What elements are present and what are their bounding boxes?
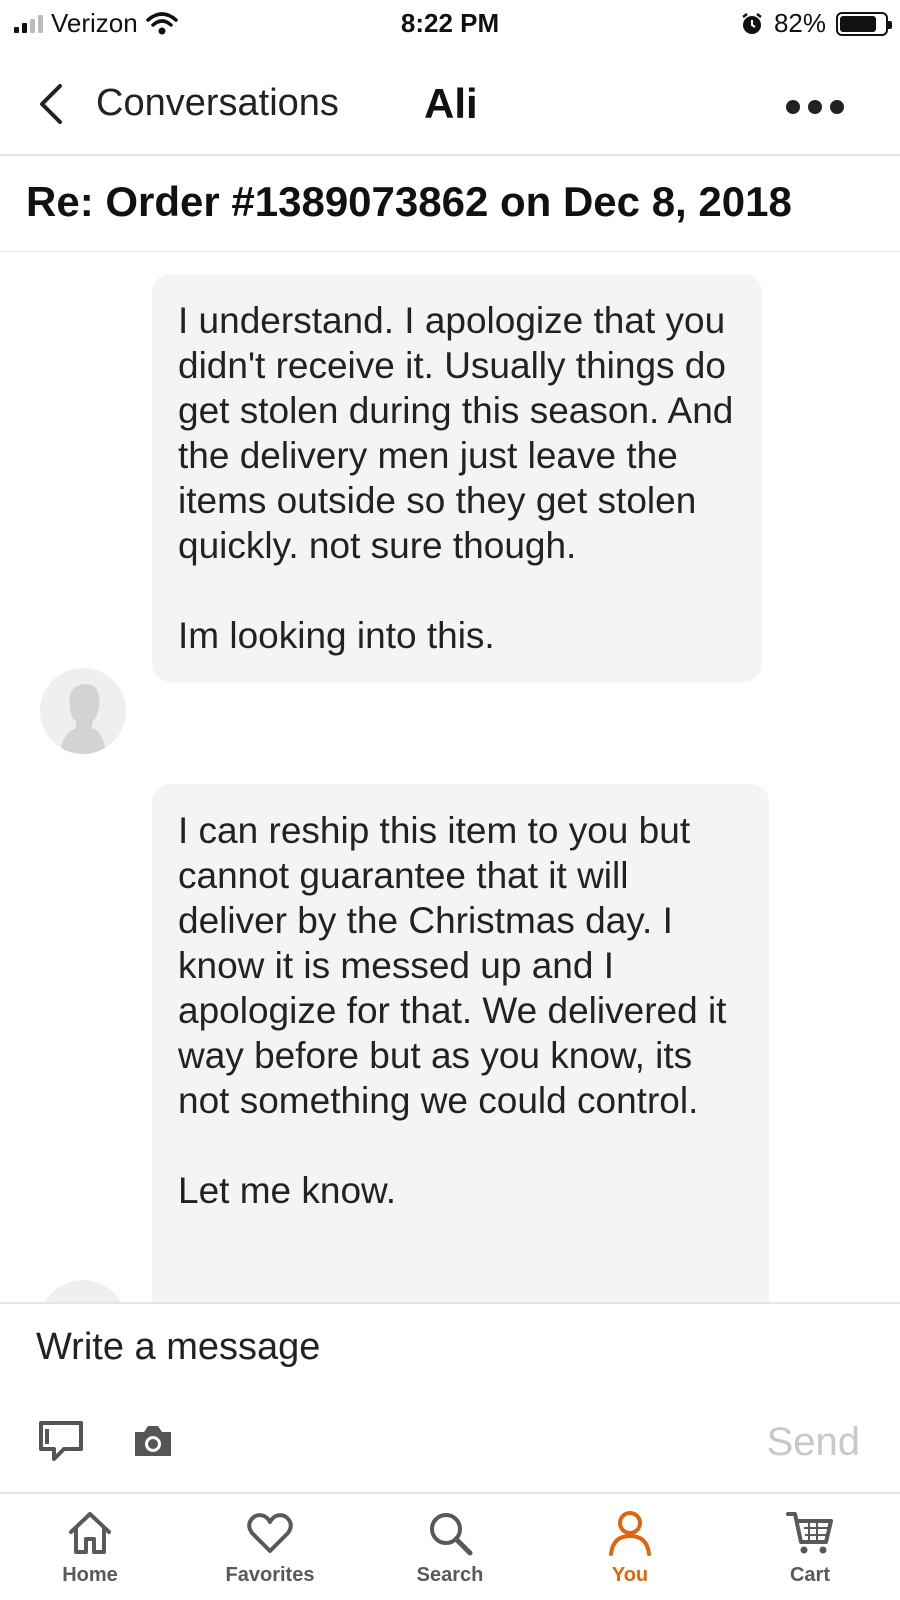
more-options-icon[interactable] bbox=[786, 100, 844, 114]
tab-label: Favorites bbox=[225, 1564, 315, 1586]
tab-label: You bbox=[611, 1564, 649, 1586]
chevron-left-icon bbox=[40, 83, 62, 124]
heart-icon bbox=[247, 1513, 293, 1553]
back-label: Conversations bbox=[96, 82, 339, 124]
message-bubble: I understand. I apologize that you didn'… bbox=[152, 274, 762, 682]
status-bar: Verizon 8:22 PM 82% bbox=[0, 0, 900, 44]
alarm-icon bbox=[742, 12, 762, 34]
tab-favorites[interactable]: Favorites bbox=[180, 1494, 360, 1600]
conversation-title: Ali bbox=[424, 80, 478, 127]
bottom-tab-bar: Home Favorites Search You Cart bbox=[0, 1492, 900, 1600]
composer-tools bbox=[38, 1420, 174, 1462]
person-silhouette-icon bbox=[60, 684, 106, 754]
saved-replies-icon[interactable] bbox=[38, 1420, 84, 1462]
camera-icon[interactable] bbox=[132, 1423, 174, 1459]
tab-you[interactable]: You bbox=[540, 1494, 720, 1600]
cart-icon bbox=[786, 1512, 833, 1554]
battery-fill bbox=[840, 15, 877, 32]
tab-cart[interactable]: Cart bbox=[720, 1494, 900, 1600]
tab-label: Cart bbox=[789, 1564, 830, 1586]
search-icon bbox=[430, 1513, 473, 1556]
tab-home[interactable]: Home bbox=[0, 1494, 180, 1600]
send-button[interactable]: Send bbox=[767, 1420, 860, 1465]
message-composer: Write a message Send bbox=[0, 1302, 900, 1492]
user-icon bbox=[609, 1511, 651, 1556]
battery-percent: 82% bbox=[773, 8, 826, 38]
tab-search[interactable]: Search bbox=[360, 1494, 540, 1600]
home-icon bbox=[69, 1512, 111, 1554]
tab-label: Search bbox=[416, 1564, 484, 1586]
tab-label: Home bbox=[62, 1564, 118, 1586]
message-bubble: I can reship this item to you but cannot… bbox=[152, 784, 769, 1302]
avatar[interactable] bbox=[40, 1280, 126, 1302]
back-button[interactable]: Conversations bbox=[36, 82, 339, 125]
status-right: 82% bbox=[740, 8, 892, 39]
message-list[interactable]: I understand. I apologize that you didn'… bbox=[0, 252, 900, 1302]
message-input[interactable]: Write a message bbox=[36, 1326, 320, 1369]
conversation-header: Conversations Ali bbox=[0, 56, 900, 156]
order-subject: Re: Order #1389073862 on Dec 8, 2018 bbox=[0, 158, 900, 252]
battery-icon bbox=[836, 11, 892, 36]
avatar[interactable] bbox=[40, 668, 126, 754]
